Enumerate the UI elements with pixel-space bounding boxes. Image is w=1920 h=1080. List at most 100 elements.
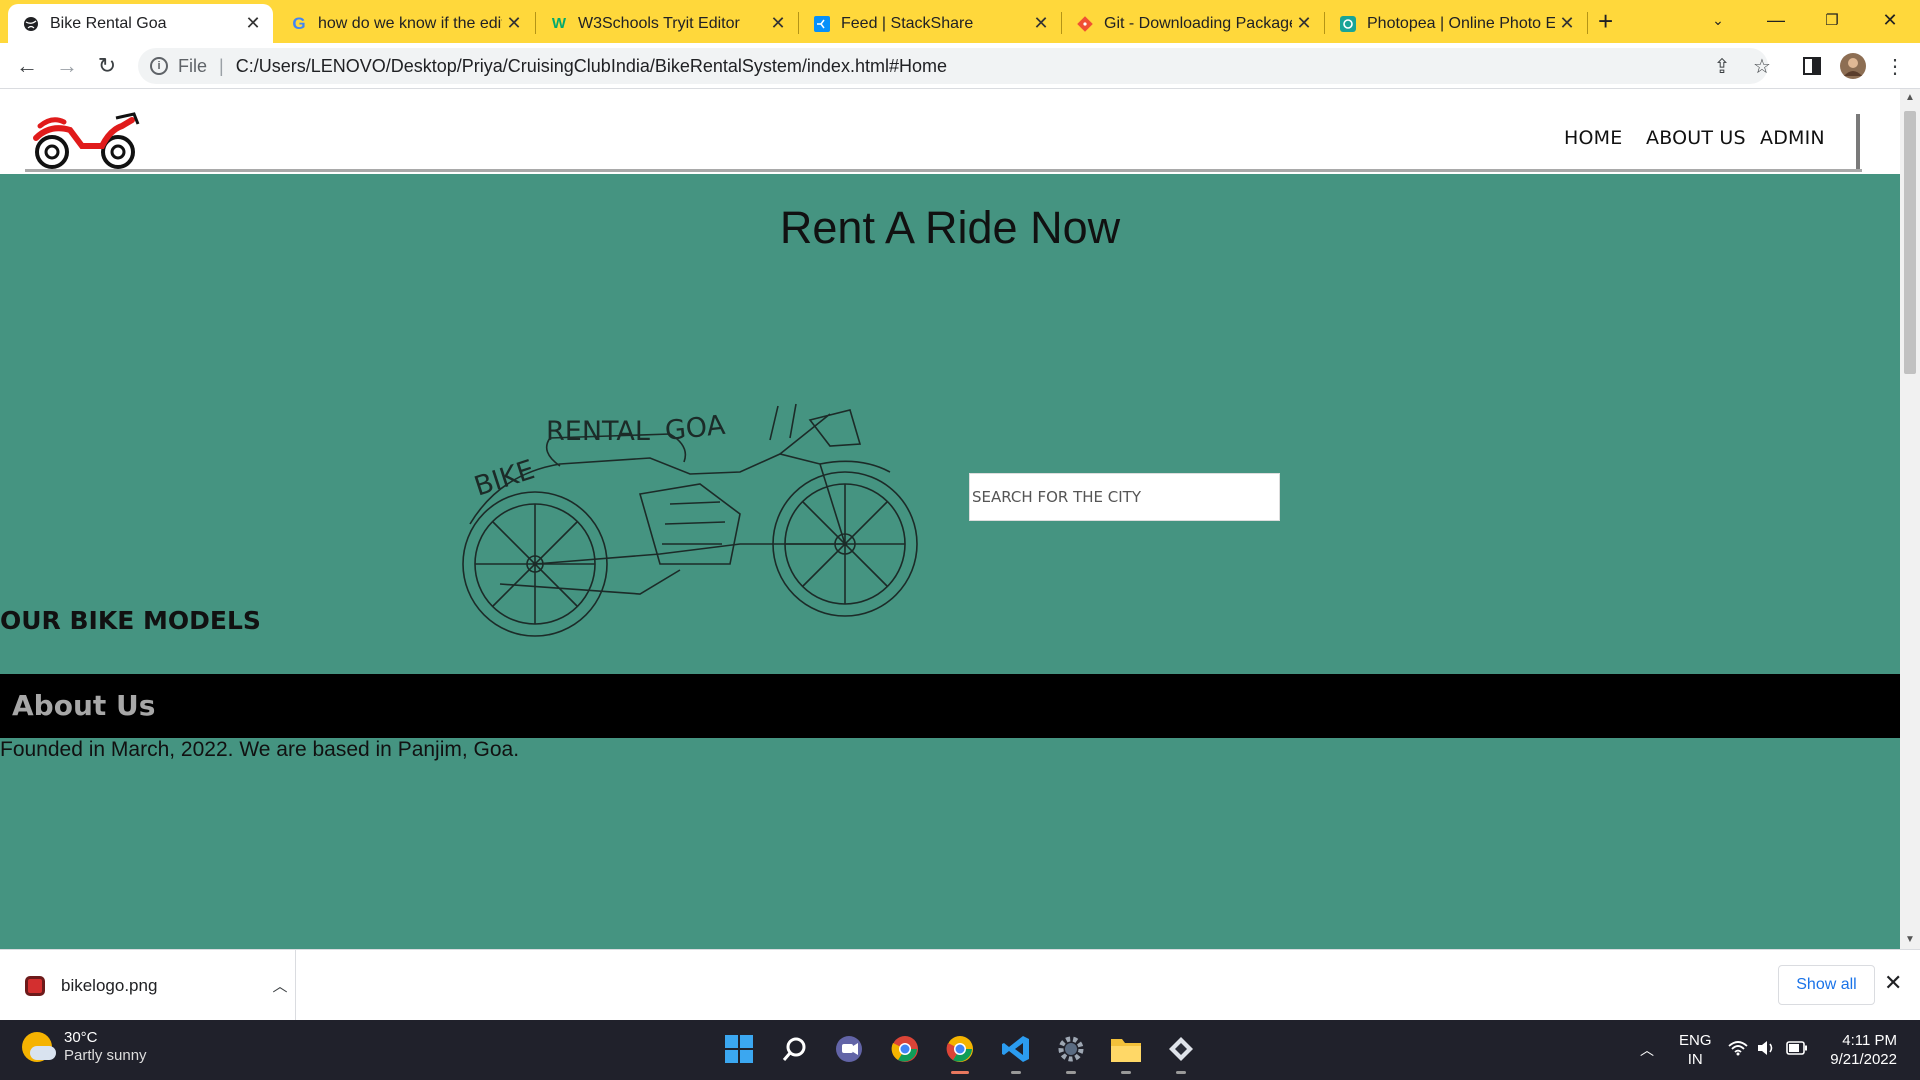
- page-viewport: HOME ABOUT US ADMIN Rent A Ride Now BIKE…: [0, 89, 1920, 949]
- nav-admin[interactable]: ADMIN: [1760, 127, 1825, 149]
- tab-stackshare[interactable]: Feed | StackShare ✕: [799, 4, 1061, 43]
- bike-models-heading: OUR BIKE MODELS: [0, 606, 261, 635]
- close-tab-icon[interactable]: ✕: [766, 13, 790, 34]
- bike-rental-goa-illustration: BIKE RENTAL GOA: [440, 394, 920, 659]
- about-us-heading: About Us: [12, 689, 156, 722]
- reload-button[interactable]: ↻: [90, 49, 124, 83]
- site-logo[interactable]: [30, 108, 145, 175]
- bike-art-word-3: GOA: [663, 410, 727, 447]
- clock-time: 4:11 PM: [1842, 1032, 1897, 1049]
- wifi-icon[interactable]: [1728, 1040, 1748, 1061]
- volume-icon[interactable]: [1756, 1040, 1776, 1061]
- browser-menu-icon[interactable]: ⋮: [1880, 51, 1910, 81]
- close-window-button[interactable]: ✕: [1862, 0, 1918, 40]
- tab-photopea[interactable]: Photopea | Online Photo Ed ✕: [1325, 4, 1587, 43]
- settings-gear-icon[interactable]: [1052, 1030, 1090, 1074]
- motorbike-logo-icon: [33, 112, 140, 169]
- bike-art-word-2: RENTAL: [546, 416, 650, 447]
- page-scrollbar[interactable]: ▲ ▼: [1900, 89, 1920, 949]
- tab-w3schools[interactable]: W W3Schools Tryit Editor ✕: [536, 4, 798, 43]
- running-app-indicator: [1121, 1071, 1131, 1074]
- partly-sunny-icon: [22, 1032, 56, 1062]
- w3schools-icon: W: [551, 15, 567, 32]
- chevron-up-icon[interactable]: ︿: [265, 975, 295, 996]
- weather-temperature: 30°C: [64, 1029, 98, 1046]
- windows-start-icon[interactable]: [720, 1030, 758, 1068]
- app-launcher-icon[interactable]: [1162, 1030, 1200, 1074]
- share-icon[interactable]: ⇪: [1707, 51, 1737, 81]
- tab-title: Bike Rental Goa: [50, 14, 167, 32]
- tab-title: Feed | StackShare: [841, 14, 974, 32]
- running-app-indicator: [1011, 1071, 1021, 1074]
- new-tab-button[interactable]: +: [1598, 6, 1613, 37]
- close-tab-icon[interactable]: ✕: [241, 13, 265, 34]
- input-language[interactable]: ENG IN: [1679, 1031, 1712, 1069]
- tab-separator: [1587, 12, 1588, 34]
- scheme-label: File: [178, 55, 208, 76]
- search-icon[interactable]: [776, 1030, 814, 1068]
- header-divider: [1856, 114, 1860, 172]
- site-info-icon[interactable]: i: [150, 57, 168, 75]
- tab-search-chevron-icon[interactable]: ⌄: [1690, 0, 1746, 40]
- nav-home[interactable]: HOME: [1564, 127, 1622, 149]
- clock-date: 9/21/2022: [1830, 1051, 1897, 1068]
- weather-description: Partly sunny: [64, 1047, 147, 1064]
- chrome-canary-icon[interactable]: [941, 1030, 979, 1074]
- scrollbar-thumb[interactable]: [1904, 111, 1916, 374]
- download-shelf: bikelogo.png ︿ Show all ✕: [0, 949, 1920, 1021]
- running-app-indicator: [1176, 1071, 1186, 1074]
- region-code: IN: [1687, 1051, 1703, 1068]
- nav-about-us[interactable]: ABOUT US: [1646, 127, 1746, 149]
- system-clock[interactable]: 4:11 PM 9/21/2022: [1823, 1031, 1897, 1069]
- city-search-input[interactable]: [969, 473, 1280, 521]
- file-explorer-icon[interactable]: [1107, 1030, 1145, 1074]
- close-tab-icon[interactable]: ✕: [1029, 13, 1053, 34]
- stackshare-icon: [813, 15, 831, 33]
- tab-bike-rental-goa[interactable]: Bike Rental Goa ✕: [8, 4, 273, 43]
- git-icon: [1076, 15, 1094, 33]
- bookmark-star-icon[interactable]: ☆: [1747, 51, 1777, 81]
- vscode-icon[interactable]: [997, 1030, 1035, 1074]
- close-tab-icon[interactable]: ✕: [502, 13, 526, 34]
- show-hidden-icons-chevron-icon[interactable]: ︿: [1640, 1040, 1654, 1060]
- tab-title: Git - Downloading Package: [1104, 14, 1292, 32]
- download-file-name[interactable]: bikelogo.png: [61, 976, 265, 996]
- restore-window-button[interactable]: ❐: [1804, 0, 1860, 40]
- running-app-indicator: [1066, 1071, 1076, 1074]
- weather-widget[interactable]: 30°C Partly sunny: [22, 1029, 147, 1065]
- close-tab-icon[interactable]: ✕: [1555, 13, 1579, 34]
- chrome-icon[interactable]: [886, 1030, 924, 1068]
- close-download-shelf-icon[interactable]: ✕: [1884, 970, 1902, 996]
- bike-art-word-1: BIKE: [471, 454, 539, 502]
- tab-git[interactable]: Git - Downloading Package ✕: [1062, 4, 1324, 43]
- chat-icon[interactable]: [830, 1030, 868, 1068]
- scheme-divider: |: [219, 55, 224, 76]
- photopea-icon: [1339, 15, 1357, 33]
- address-bar[interactable]: i File | C:/Users/LENOVO/Desktop/Priya/C…: [138, 48, 1768, 84]
- windows-taskbar: 30°C Partly sunny ︿ ENG IN 4:11 PM 9/21/…: [0, 1020, 1920, 1080]
- hero-section: Rent A Ride Now BIKE RENTAL GOA SEARCH F…: [0, 174, 1900, 674]
- side-panel-icon[interactable]: [1797, 51, 1827, 81]
- battery-icon[interactable]: [1786, 1040, 1808, 1060]
- show-all-downloads-button[interactable]: Show all: [1778, 965, 1875, 1005]
- tab-google-search[interactable]: G how do we know if the edit ✕: [276, 4, 534, 43]
- browser-tab-strip: Bike Rental Goa ✕ G how do we know if th…: [0, 0, 1920, 43]
- tab-title: how do we know if the edit: [318, 14, 502, 32]
- forward-button[interactable]: →: [50, 49, 84, 83]
- tab-title: W3Schools Tryit Editor: [578, 14, 740, 32]
- back-button[interactable]: ←: [10, 49, 44, 83]
- scroll-down-arrow-icon[interactable]: ▼: [1900, 931, 1920, 949]
- url-text[interactable]: C:/Users/LENOVO/Desktop/Priya/CruisingCl…: [236, 56, 947, 77]
- hero-title: Rent A Ride Now: [779, 202, 1121, 253]
- profile-avatar[interactable]: [1838, 51, 1868, 81]
- about-us-body: Founded in March, 2022. We are based in …: [0, 738, 1900, 949]
- close-tab-icon[interactable]: ✕: [1292, 13, 1316, 34]
- minimize-window-button[interactable]: —: [1748, 0, 1804, 40]
- about-us-bar: About Us: [0, 674, 1900, 738]
- browser-toolbar: ← → ↻ i File | C:/Users/LENOVO/Desktop/P…: [0, 43, 1920, 89]
- google-g-icon: G: [292, 13, 306, 33]
- download-item[interactable]: bikelogo.png ︿: [0, 950, 296, 1021]
- scroll-up-arrow-icon[interactable]: ▲: [1900, 89, 1920, 107]
- tab-title: Photopea | Online Photo Ed: [1367, 14, 1555, 32]
- site-header: HOME ABOUT US ADMIN: [0, 89, 1900, 174]
